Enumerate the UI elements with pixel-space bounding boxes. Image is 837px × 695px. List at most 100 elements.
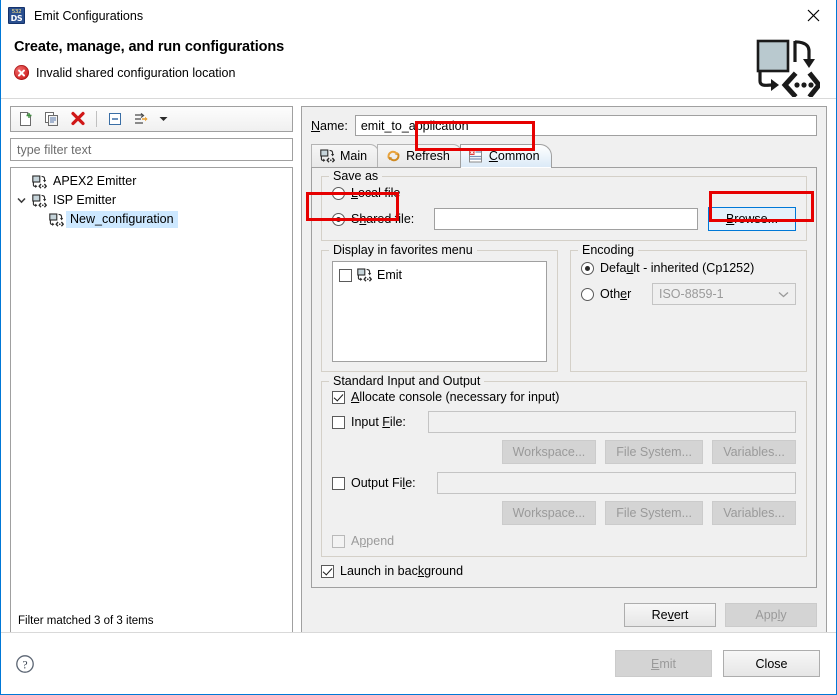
view-menu-caret-icon xyxy=(159,117,167,121)
tree-item-apex2-emitter[interactable]: APEX2 Emitter xyxy=(11,172,292,191)
validation-message: Invalid shared configuration location xyxy=(14,65,824,80)
emit-label: Emit xyxy=(650,656,676,671)
close-icon xyxy=(807,9,819,21)
tab-refresh[interactable]: Refresh xyxy=(377,144,462,168)
dialog-header: Create, manage, and run configurations I… xyxy=(1,31,836,99)
encoding-other-label: Other xyxy=(600,287,632,301)
duplicate-configuration-button[interactable] xyxy=(41,108,63,130)
encoding-other-row: Other ISO-8859-1 xyxy=(581,283,796,305)
chevron-down-icon xyxy=(17,197,26,204)
input-file-input[interactable] xyxy=(428,411,796,433)
allocate-console-checkbox[interactable]: Allocate console (necessary for input) xyxy=(332,390,796,404)
filter-launch-configurations-button[interactable] xyxy=(130,108,152,130)
radio-indicator xyxy=(581,261,594,275)
encoding-other-radio[interactable]: Other xyxy=(581,287,643,301)
radio-indicator xyxy=(581,287,594,301)
input-workspace-button[interactable]: Workspace... xyxy=(501,440,597,464)
output-file-checkbox[interactable]: Output File: xyxy=(332,476,429,490)
delete-configuration-button[interactable] xyxy=(67,108,89,130)
new-configuration-button[interactable] xyxy=(15,108,37,130)
tree-expand-toggle[interactable] xyxy=(13,197,30,204)
checkbox-indicator xyxy=(332,476,345,490)
name-input[interactable]: emit_to_application xyxy=(354,115,817,136)
input-file-system-button[interactable]: File System... xyxy=(605,440,703,464)
shared-file-row: Shared file: Browse... xyxy=(332,207,796,231)
apply-button[interactable]: Apply xyxy=(725,603,817,627)
close-dialog-button[interactable]: Close xyxy=(723,650,820,677)
output-file-system-button[interactable]: File System... xyxy=(605,501,703,525)
tab-label: Refresh xyxy=(406,149,450,163)
input-file-label: Input File: xyxy=(351,415,406,429)
favorites-item-label: Emit xyxy=(377,268,402,282)
favorites-group-label: Display in favorites menu xyxy=(329,243,477,257)
tab-bar: Main Refresh Common xyxy=(311,143,817,168)
duplicate-configuration-icon xyxy=(45,112,58,126)
emit-configuration-icon xyxy=(30,174,49,189)
favorites-list-item[interactable]: Emit xyxy=(339,268,546,282)
favorites-item-checkbox[interactable] xyxy=(339,268,352,282)
footer-buttons: Emit Close xyxy=(615,650,820,677)
dialog-body: type filter text APEX2 Emitter ISP Emitt… xyxy=(1,99,836,637)
delete-configuration-icon xyxy=(71,111,85,126)
window-title: Emit Configurations xyxy=(34,8,144,23)
tree-toolbar xyxy=(10,106,293,132)
title-bar: 532 DS Emit Configurations xyxy=(1,0,836,31)
configurations-tree[interactable]: APEX2 Emitter ISP Emitter New_configurat… xyxy=(10,167,293,636)
filter-input[interactable]: type filter text xyxy=(10,138,293,161)
emit-button[interactable]: Emit xyxy=(615,650,712,677)
tree-item-isp-emitter[interactable]: ISP Emitter xyxy=(11,191,292,210)
chevron-down-icon xyxy=(778,291,789,297)
favorites-group: Display in favorites menu Emit xyxy=(321,243,558,372)
tab-main[interactable]: Main xyxy=(311,144,380,168)
revert-button[interactable]: Revert xyxy=(624,603,716,627)
tree-item-label: APEX2 Emitter xyxy=(53,174,137,188)
local-file-radio[interactable]: Local file xyxy=(332,186,796,200)
encoding-default-radio[interactable]: Default - inherited (Cp1252) xyxy=(581,261,796,275)
emit-configurations-icon: 532 DS xyxy=(8,7,25,24)
emit-configuration-icon xyxy=(30,193,49,208)
view-menu-button[interactable] xyxy=(156,108,170,130)
checkbox-indicator xyxy=(332,390,345,404)
close-label: Close xyxy=(755,656,788,671)
launch-configurations-banner-icon xyxy=(754,35,823,99)
append-checkbox[interactable]: Append xyxy=(332,534,796,548)
collapse-all-button[interactable] xyxy=(104,108,126,130)
radio-indicator xyxy=(332,186,345,200)
tree-item-new-configuration[interactable]: New_configuration xyxy=(11,210,292,229)
launch-in-background-label: Launch in background xyxy=(340,564,464,578)
name-row: Name: emit_to_application xyxy=(302,107,826,136)
configurations-pane: type filter text APEX2 Emitter ISP Emitt… xyxy=(10,106,293,636)
output-variables-button[interactable]: Variables... xyxy=(712,501,796,525)
refresh-icon xyxy=(385,149,401,164)
browse-label: Browse... xyxy=(725,212,779,226)
tab-common[interactable]: Common xyxy=(459,144,552,168)
page-title: Create, manage, and run configurations xyxy=(14,39,285,55)
error-icon xyxy=(14,65,29,80)
checkbox-indicator xyxy=(332,415,345,429)
button-label: File System... xyxy=(616,506,692,520)
emit-configuration-icon xyxy=(357,268,372,282)
encoding-default-label: Default - inherited (Cp1252) xyxy=(600,261,755,275)
encoding-combo[interactable]: ISO-8859-1 xyxy=(652,283,796,305)
filter-status-text: Filter matched 3 of 3 items xyxy=(18,615,154,627)
launch-in-background-checkbox[interactable]: Launch in background xyxy=(321,564,807,578)
shared-file-path-input[interactable] xyxy=(434,208,698,230)
close-button[interactable] xyxy=(790,0,836,30)
checkbox-indicator xyxy=(321,564,334,578)
output-file-row: Output File: xyxy=(332,472,796,494)
emit-configuration-icon xyxy=(319,149,335,164)
browse-button[interactable]: Browse... xyxy=(708,207,796,231)
input-file-checkbox[interactable]: Input File: xyxy=(332,415,420,429)
toolbar-separator xyxy=(96,111,97,127)
output-workspace-button[interactable]: Workspace... xyxy=(501,501,597,525)
emit-configuration-icon xyxy=(47,212,66,227)
title-icon-bottom-text: DS xyxy=(10,14,23,23)
dialog-footer: ? Emit Close xyxy=(1,632,836,694)
input-variables-button[interactable]: Variables... xyxy=(712,440,796,464)
validation-message-text: Invalid shared configuration location xyxy=(36,65,236,80)
encoding-combo-value: ISO-8859-1 xyxy=(659,287,724,301)
help-button[interactable]: ? xyxy=(15,654,35,674)
output-file-input[interactable] xyxy=(437,472,796,494)
shared-file-radio[interactable]: Shared file: xyxy=(332,212,424,226)
favorites-list[interactable]: Emit xyxy=(332,261,547,362)
